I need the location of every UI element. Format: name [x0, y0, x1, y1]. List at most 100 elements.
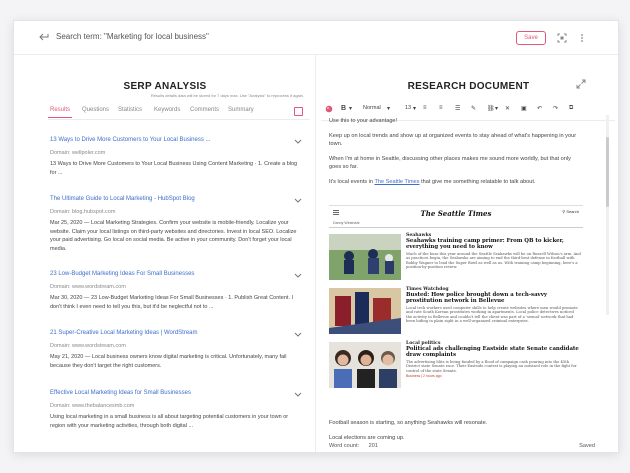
paragraph: Use this to your advantage!: [329, 118, 398, 124]
story-headline: Seahawks training camp primer: From QB t…: [406, 238, 564, 251]
story-body: Local tech workers used computer skills …: [406, 305, 578, 324]
saved-status: Saved: [579, 443, 595, 449]
chevron-down-icon[interactable]: [294, 273, 302, 279]
tabs-divider: [48, 119, 310, 120]
document-text-after-image: Football season is starting, so anything…: [329, 419, 589, 442]
serp-tabs: Results Questions Statistics Keywords Co…: [47, 107, 308, 119]
align-left-icon[interactable]: ≡: [423, 105, 427, 111]
tab-summary[interactable]: Summary: [228, 107, 254, 113]
word-count-value: 201: [368, 443, 378, 449]
export-icon[interactable]: [294, 107, 303, 116]
chevron-down-icon[interactable]: ▾: [349, 105, 352, 112]
newspaper-masthead: The Seattle Times ⚲ Search: [329, 206, 583, 220]
redo-icon[interactable]: ↷: [553, 105, 558, 112]
result-title-link[interactable]: Effective Local Marketing Ideas for Smal…: [50, 390, 300, 399]
paragraph: It's local events in The Seattle Times t…: [329, 178, 579, 187]
result-domain: Domain: wellpoler.com: [50, 150, 106, 156]
word-count-label: Word count:: [329, 443, 360, 449]
news-story: Seahawks Seahawks training camp primer: …: [329, 232, 583, 284]
align-center-icon[interactable]: ≡: [439, 105, 443, 111]
image-icon[interactable]: ▣: [521, 105, 527, 112]
result-domain: Domain: www.thebalancesmb.com: [50, 403, 135, 409]
result-domain: Domain: www.wordstream.com: [50, 343, 126, 349]
result-title-link[interactable]: 21 Super-Creative Local Marketing Ideas …: [50, 330, 300, 339]
research-heading: RESEARCH DOCUMENT: [407, 81, 530, 92]
tab-keywords[interactable]: Keywords: [154, 107, 180, 113]
newspaper-logo: The Seattle Times: [420, 209, 492, 218]
result-domain: Domain: www.wordstream.com: [50, 284, 126, 290]
list-icon[interactable]: ☰: [455, 105, 460, 112]
result-item: 13 Ways to Drive More Customers to Your …: [50, 137, 300, 177]
chevron-down-icon[interactable]: ▾: [495, 105, 498, 112]
result-snippet: May 21, 2020 — Local business owners kno…: [50, 354, 287, 369]
top-bar: Search term: "Marketing for local busine…: [14, 21, 618, 55]
editor-toolbar: B ▾ Normal ▾ 13 ▾ ≡ ≡ ☰ ✎ ⛓ ▾ ✕ ▣ ↶ ↷ ⧉: [323, 105, 618, 117]
chevron-down-icon[interactable]: ▾: [413, 105, 416, 112]
story-text: Local politics Political ads challenging…: [406, 341, 581, 378]
newspaper-search-label: Search: [566, 209, 579, 214]
paragraph-style-select[interactable]: Normal: [363, 105, 381, 111]
candidates-photo: [329, 342, 401, 388]
chevron-down-icon[interactable]: ▾: [387, 105, 390, 112]
save-button[interactable]: Save: [516, 31, 546, 45]
result-title-link[interactable]: The Ultimate Guide to Local Marketing - …: [50, 196, 300, 205]
focus-icon[interactable]: [556, 32, 568, 44]
result-title-link[interactable]: 23 Low-Budget Marketing Ideas For Small …: [50, 271, 300, 280]
clear-format-icon[interactable]: ✕: [505, 105, 510, 112]
chevron-down-icon[interactable]: [294, 392, 302, 398]
serp-subheading: Results details data will be stored for …: [150, 93, 304, 98]
tab-results[interactable]: Results: [47, 107, 73, 118]
story-body: Much of the buzz this year around the Se…: [406, 251, 581, 270]
seattle-times-link[interactable]: The Seattle Times: [374, 179, 419, 185]
result-item: The Ultimate Guide to Local Marketing - …: [50, 196, 300, 253]
paragraph-text: that give me something relatable to talk…: [419, 178, 536, 185]
story-text: Times Watchdog Busted: How police brough…: [406, 287, 581, 324]
chevron-down-icon[interactable]: [294, 198, 302, 204]
result-domain: Domain: blog.hubspot.com: [50, 209, 116, 215]
illustration-photo: [329, 288, 401, 334]
result-item: 21 Super-Creative Local Marketing Ideas …: [50, 330, 300, 370]
more-icon[interactable]: [576, 32, 588, 44]
link-icon[interactable]: ⛓: [487, 105, 495, 112]
tab-comments[interactable]: Comments: [190, 107, 219, 113]
document-editor[interactable]: Use this to your advantage! Keep up on l…: [329, 117, 579, 193]
result-item: 23 Low-Budget Marketing Ideas For Small …: [50, 271, 300, 311]
editor-scrollbar[interactable]: [606, 115, 609, 315]
pen-icon[interactable]: ✎: [471, 105, 476, 112]
masthead-rule: [329, 227, 583, 228]
news-story: Times Watchdog Busted: How police brough…: [329, 286, 583, 338]
serp-heading: SERP ANALYSIS: [123, 81, 207, 92]
paragraph-text: It's local events in: [329, 178, 375, 185]
story-meta: Business | 2 hours ago: [406, 374, 442, 379]
font-size-select[interactable]: 13: [405, 105, 411, 111]
bold-button[interactable]: B: [341, 105, 346, 112]
paragraph: When I'm at home in Seattle, discussing …: [329, 155, 571, 171]
copy-icon[interactable]: ⧉: [569, 105, 573, 112]
story-text: Seahawks Seahawks training camp primer: …: [406, 233, 581, 270]
result-snippet: 13 Ways to Drive More Customers to Your …: [50, 161, 298, 176]
story-body: The advertising blitz is being funded by…: [406, 359, 577, 373]
result-title-link[interactable]: 13 Ways to Drive More Customers to Your …: [50, 137, 300, 146]
paragraph: Keep up on local trends and show up at o…: [329, 132, 577, 148]
story-headline: Political ads challenging Eastside state…: [406, 346, 579, 359]
chevron-down-icon[interactable]: [294, 139, 302, 145]
back-icon[interactable]: [38, 31, 50, 43]
embedded-newspaper-image: The Seattle Times ⚲ Search Danny Westnea…: [329, 205, 583, 415]
scrollbar-thumb[interactable]: [606, 137, 609, 207]
tab-questions[interactable]: Questions: [82, 107, 109, 113]
football-photo: [329, 234, 401, 280]
tab-statistics[interactable]: Statistics: [118, 107, 142, 113]
result-snippet: Mar 30, 2020 — 23 Low-Budget Marketing I…: [50, 295, 294, 310]
expand-icon[interactable]: [576, 79, 586, 89]
paragraph: Local elections are coming up.: [329, 434, 405, 441]
result-snippet: Mar 25, 2020 — Local Marketing Strategie…: [50, 220, 297, 252]
paragraph: Football season is starting, so anything…: [329, 420, 488, 426]
search-term-title: Search term: "Marketing for local busine…: [56, 32, 209, 41]
result-item: Effective Local Marketing Ideas for Smal…: [50, 390, 300, 430]
newspaper-search: ⚲ Search: [562, 209, 579, 214]
research-document-pane: RESEARCH DOCUMENT B ▾ Normal ▾ 13 ▾ ≡ ≡ …: [317, 55, 618, 452]
undo-icon[interactable]: ↶: [537, 105, 542, 112]
news-story: Local politics Political ads challenging…: [329, 340, 583, 392]
palette-icon[interactable]: [325, 105, 333, 113]
chevron-down-icon[interactable]: [294, 332, 302, 338]
